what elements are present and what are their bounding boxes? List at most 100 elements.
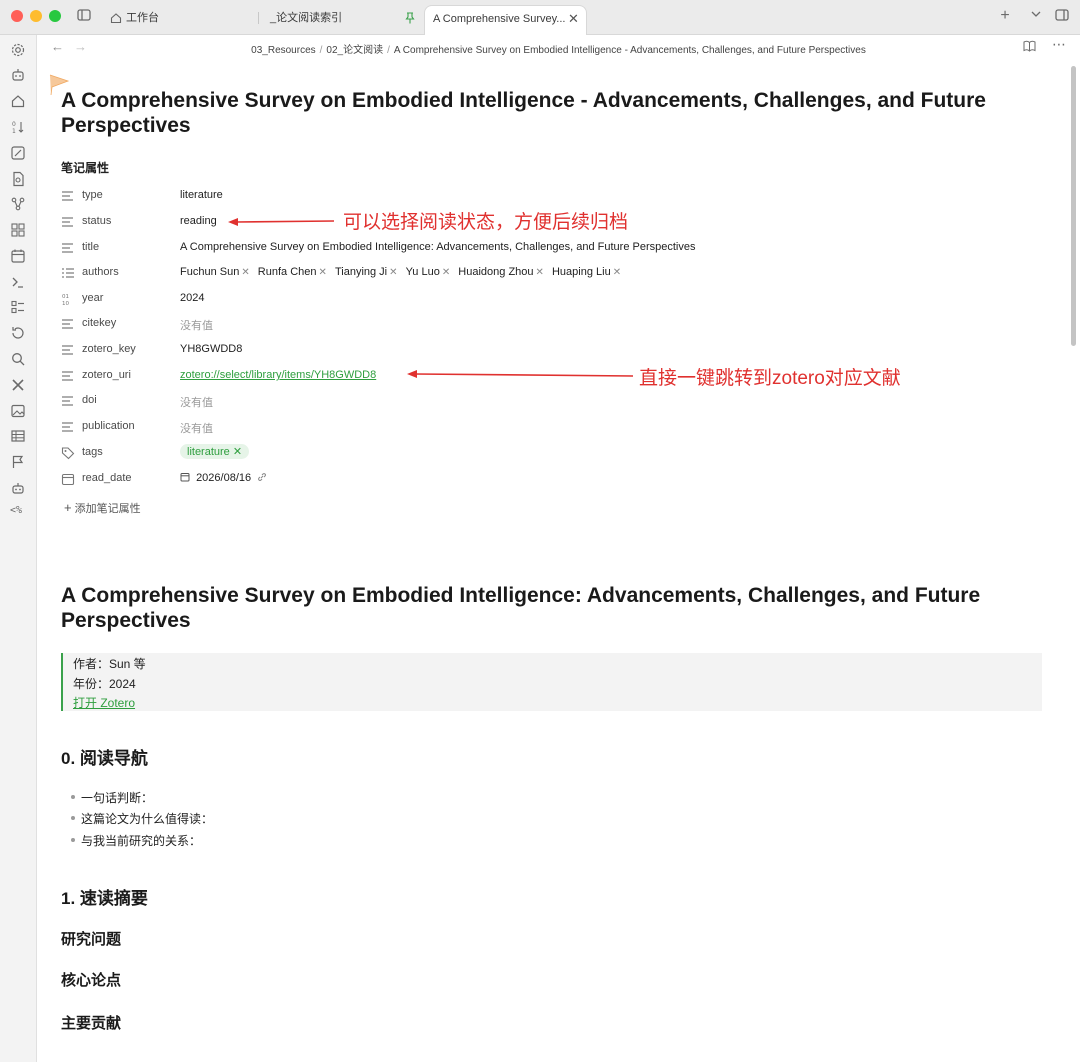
date-value[interactable]: 2026/08/16 [180, 472, 267, 484]
property-zotero-key[interactable]: zotero_key YH8GWDD8 [61, 339, 1041, 361]
properties-heading[interactable]: 笔记属性 [61, 159, 109, 176]
property-value[interactable]: YH8GWDD8 [180, 343, 242, 355]
author-pill[interactable]: Fuchun Sun ✕ [180, 266, 250, 278]
remove-icon[interactable]: ✕ [241, 267, 249, 278]
property-value-wrapper: zotero://select/library/items/YH8GWDD8 [180, 369, 376, 381]
property-key: read_date [82, 472, 132, 484]
template-icon[interactable]: <% [10, 505, 26, 521]
property-read-date[interactable]: read_date 2026/08/16 [61, 468, 1041, 490]
remove-icon[interactable]: ✕ [613, 267, 621, 278]
minimize-window-button[interactable] [30, 10, 42, 22]
search-icon[interactable] [10, 351, 26, 367]
property-value[interactable]: literature [180, 189, 223, 201]
bot-icon[interactable] [10, 67, 26, 83]
canvas-icon[interactable] [10, 145, 26, 161]
property-citekey[interactable]: citekey 没有值 [61, 313, 1041, 335]
note-title[interactable]: A Comprehensive Survey on Embodied Intel… [61, 88, 1041, 138]
reading-view-icon[interactable] [1023, 40, 1036, 55]
remove-icon[interactable]: ✕ [536, 267, 544, 278]
remove-icon[interactable]: ✕ [389, 267, 397, 278]
pin-icon[interactable] [405, 5, 415, 34]
list-item[interactable]: 这篇论文为什么值得读： [71, 810, 213, 827]
close-tab-icon[interactable]: ✕ [568, 6, 579, 32]
author-name: Yu Luo [405, 266, 440, 278]
window-titlebar: 工作台 _论文阅读索引 A Comprehensive Survey... ✕ … [0, 0, 1080, 35]
property-key: zotero_uri [82, 369, 131, 381]
property-value[interactable]: 没有值 [180, 394, 213, 410]
add-property-button[interactable]: + 添加笔记属性 [64, 500, 141, 516]
tools-icon[interactable] [10, 377, 26, 393]
date-picker-icon[interactable] [180, 472, 190, 484]
tag-label: literature [187, 446, 230, 458]
breadcrumb-note[interactable]: A Comprehensive Survey on Embodied Intel… [394, 45, 866, 56]
blocks-icon[interactable] [10, 222, 26, 238]
property-publication[interactable]: publication 没有值 [61, 416, 1041, 438]
remove-icon[interactable]: ✕ [233, 446, 242, 458]
property-type[interactable]: type literature [61, 185, 1041, 207]
property-title[interactable]: title A Comprehensive Survey on Embodied… [61, 237, 1041, 259]
table-icon[interactable] [10, 428, 26, 444]
remove-icon[interactable]: ✕ [319, 267, 327, 278]
svg-text:01: 01 [62, 294, 69, 300]
subheading-research-question[interactable]: 研究问题 [61, 928, 121, 949]
scrollbar-thumb[interactable] [1071, 66, 1076, 346]
chevron-down-icon[interactable] [1028, 8, 1044, 24]
property-value[interactable]: A Comprehensive Survey on Embodied Intel… [180, 241, 695, 253]
remove-icon[interactable]: ✕ [442, 267, 450, 278]
property-value[interactable]: reading [180, 215, 217, 227]
home-icon[interactable] [10, 93, 26, 109]
property-tags[interactable]: tags literature ✕ [61, 442, 1041, 464]
subheading-contributions[interactable]: 主要贡献 [61, 1012, 121, 1033]
zoom-window-button[interactable] [49, 10, 61, 22]
history-icon[interactable] [10, 325, 26, 341]
sort-numbers-icon[interactable]: 01 [10, 119, 26, 135]
new-tab-icon[interactable]: + [997, 8, 1013, 24]
property-year[interactable]: 01 10 year 2024 [61, 288, 1041, 310]
section-heading-summary[interactable]: 1. 速读摘要 [61, 884, 148, 909]
author-name: Runfa Chen [257, 266, 317, 278]
list-item[interactable]: 一句话判断： [71, 789, 153, 806]
image-icon[interactable] [10, 403, 26, 419]
tab-label: _论文阅读索引 [270, 12, 343, 24]
tab-current-note[interactable]: A Comprehensive Survey... ✕ [424, 5, 587, 35]
author-pill[interactable]: Huaping Liu ✕ [552, 266, 621, 278]
close-window-button[interactable] [11, 10, 23, 22]
tags-icon [61, 446, 75, 460]
property-value[interactable]: 没有值 [180, 420, 213, 436]
tag-pill[interactable]: literature ✕ [180, 444, 250, 459]
property-value[interactable]: 2024 [180, 292, 204, 304]
breadcrumb-folder[interactable]: 03_Resources [251, 45, 315, 56]
breadcrumb-subfolder[interactable]: 02_论文阅读 [326, 45, 383, 56]
property-doi[interactable]: doi 没有值 [61, 390, 1041, 412]
more-options-icon[interactable]: ⋯ [1052, 36, 1066, 53]
property-authors[interactable]: authors Fuchun Sun ✕ Runfa Chen ✕ Tianying… [61, 262, 1041, 284]
author-pill[interactable]: Huaidong Zhou ✕ [458, 266, 544, 278]
property-value[interactable]: 没有值 [180, 317, 213, 333]
text-lines-icon [61, 317, 75, 331]
settings-icon[interactable] [10, 42, 26, 58]
author-pill[interactable]: Yu Luo ✕ [406, 266, 451, 278]
list-item[interactable]: 与我当前研究的关系： [71, 832, 201, 849]
body-heading[interactable]: A Comprehensive Survey on Embodied Intel… [61, 583, 1041, 633]
section-heading-navigation[interactable]: 0. 阅读导航 [61, 744, 148, 769]
right-sidebar-toggle-icon[interactable] [1054, 8, 1070, 24]
terminal-icon[interactable] [10, 274, 26, 290]
info-callout: 作者：Sun 等 年份：2024 打开 Zotero [61, 653, 1042, 711]
property-key: year [82, 292, 104, 304]
tab-paper-index[interactable]: _论文阅读索引 [262, 5, 422, 34]
calendar-icon[interactable] [10, 248, 26, 264]
zotero-uri-link[interactable]: zotero://select/library/items/YH8GWDD8 [180, 369, 376, 381]
graph-icon[interactable] [10, 196, 26, 212]
link-icon[interactable] [257, 472, 267, 484]
robot-icon[interactable] [10, 480, 26, 496]
open-zotero-link[interactable]: 打开 Zotero [73, 696, 135, 710]
author-pill[interactable]: Runfa Chen ✕ [258, 266, 327, 278]
tab-workspace[interactable]: 工作台 [104, 5, 254, 34]
list-checks-icon[interactable] [10, 299, 26, 315]
author-pill[interactable]: Tianying Ji ✕ [335, 266, 398, 278]
sidebar-toggle-icon[interactable] [76, 8, 92, 24]
file-search-icon[interactable] [10, 171, 26, 187]
flag-icon[interactable] [10, 454, 26, 470]
property-key: publication [82, 420, 135, 432]
subheading-core-argument[interactable]: 核心论点 [61, 969, 121, 990]
